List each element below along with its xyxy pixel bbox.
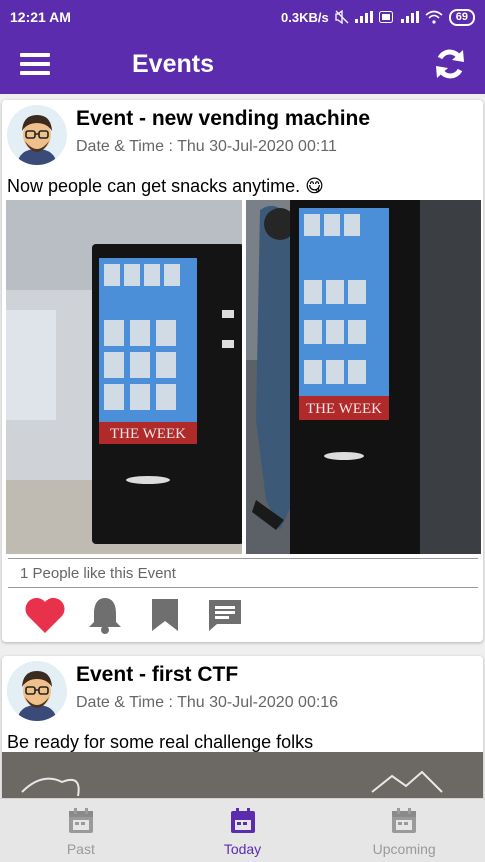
status-indicators: 0.3KB/s 69 [281,8,475,26]
event-feed[interactable]: Event - new vending machine Date & Time … [0,94,485,798]
bookmark-button[interactable] [144,594,186,636]
bookmark-icon [152,599,178,631]
status-bar: 12:21 AM 0.3KB/s 69 [0,0,485,34]
comment-icon [209,600,241,631]
hamburger-menu-icon [20,53,50,75]
heart-icon [25,597,65,633]
event-description: Be ready for some real challenge folks [7,732,314,752]
app-bar: Events [0,34,485,94]
notify-button[interactable] [84,594,126,636]
volte-icon [378,11,393,23]
status-time: 12:21 AM [10,9,71,25]
nav-item-past[interactable]: Past [0,799,162,862]
event-description: Now people can get snacks anytime. 😋 [7,176,324,196]
like-button[interactable] [24,594,66,636]
event-date: Date & Time : Thu 30-Jul-2020 00:16 [76,694,339,711]
event-photo[interactable]: THE WEEK THE WEEK [4,200,481,554]
avatar [7,661,67,721]
event-title: Event - first CTF [76,663,239,686]
nav-label-past: Past [66,841,95,857]
refresh-button[interactable] [415,34,485,94]
comment-button[interactable] [204,594,246,636]
refresh-icon [436,49,464,79]
wifi-icon [425,10,443,24]
signal-4g-icon [400,11,419,23]
bottom-navigation: Past Today Upcoming [0,798,485,862]
calendar-icon [230,808,255,833]
calendar-icon [392,808,417,833]
network-speed: 0.3KB/s [281,9,329,25]
vending-machine-caption-2: THE WEEK [306,401,382,417]
nav-label-upcoming: Upcoming [372,841,436,857]
bell-icon [89,598,121,634]
likes-summary: 1 People like this Event [8,558,478,588]
battery-icon: 69 [448,8,475,26]
page-title: Events [132,49,214,78]
event-card[interactable]: Event - first CTF Date & Time : Thu 30-J… [2,656,483,798]
nav-item-today[interactable]: Today [162,799,324,862]
event-photo[interactable] [2,752,483,798]
likes-count: 1 People like this Event [20,565,176,582]
event-title: Event - new vending machine [76,107,371,130]
nav-label-today: Today [223,841,262,857]
menu-button[interactable] [0,34,70,94]
avatar [7,105,67,165]
vending-machine-caption: THE WEEK [110,426,186,442]
action-bar [24,594,246,636]
calendar-icon [68,808,93,833]
event-date: Date & Time : Thu 30-Jul-2020 00:11 [76,138,337,155]
nav-item-upcoming[interactable]: Upcoming [323,799,485,862]
signal-icon [354,11,373,23]
event-card[interactable]: Event - new vending machine Date & Time … [2,100,483,642]
mute-icon [335,10,349,24]
